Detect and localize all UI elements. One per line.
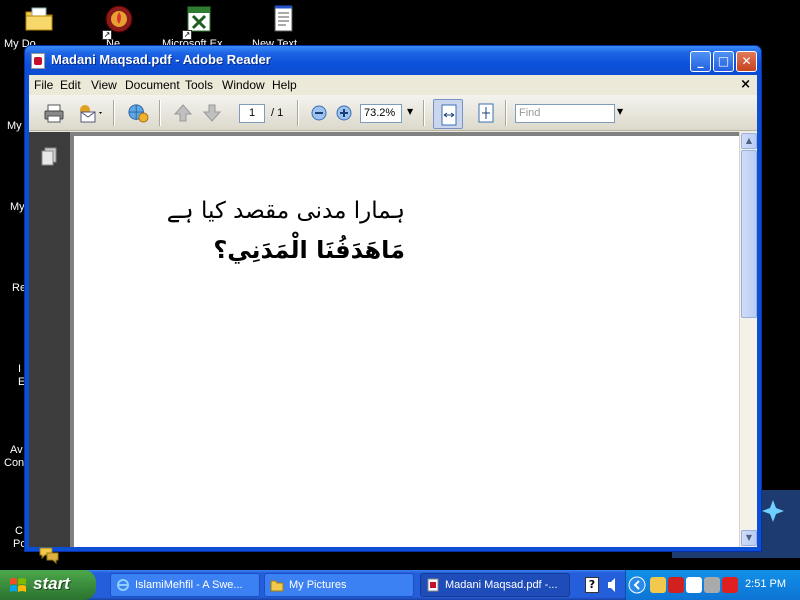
desktop-icon-my-documents[interactable]	[12, 2, 68, 42]
menu-bar: File Edit View Document Tools Window Hel…	[29, 75, 757, 95]
windows-logo-icon	[10, 578, 26, 592]
fit-width-icon	[441, 104, 457, 126]
desktop-label: Av	[10, 444, 23, 456]
page-total: / 1	[271, 107, 284, 119]
folder-documents-icon	[25, 7, 53, 31]
volume-icon[interactable]	[607, 577, 619, 593]
taskbar: start IslamiMehfil - A Swe... My Picture…	[0, 570, 800, 600]
notepad-icon	[274, 5, 293, 32]
desktop-icon-shortcut[interactable]: ↗	[92, 2, 148, 42]
maximize-button[interactable]: □	[713, 51, 734, 72]
zoom-in-icon	[336, 105, 352, 121]
menu-edit[interactable]: Edit	[60, 78, 81, 92]
folder-icon	[270, 580, 284, 592]
zoom-level-input[interactable]: 73.2%	[360, 104, 402, 123]
desktop-icon-excel[interactable]: ↗	[172, 2, 228, 42]
document-viewport[interactable]: ہمارا مدنی مقصد کیا ہے مَاهَدَفُنَا الْم…	[70, 132, 739, 547]
menu-view[interactable]: View	[91, 78, 117, 92]
window-body: File Edit View Document Tools Window Hel…	[29, 75, 757, 600]
start-button[interactable]: start	[0, 570, 96, 600]
system-tray: 2:51 PM	[625, 570, 800, 600]
help-icon[interactable]: ?	[585, 577, 599, 593]
pages-icon[interactable]	[38, 146, 60, 168]
desktop-icon-new-text[interactable]	[256, 2, 312, 42]
arrow-down-icon	[202, 104, 222, 122]
fit-width-button[interactable]	[433, 99, 463, 129]
toolbar-separator	[423, 100, 425, 126]
network-icon[interactable]	[704, 577, 720, 593]
print-button[interactable]	[43, 103, 65, 123]
pdf-icon	[427, 578, 439, 592]
title-bar[interactable]: Madani Maqsad.pdf - Adobe Reader _ □ ✕	[25, 46, 761, 75]
globe-gear-icon	[128, 104, 149, 123]
next-page-button[interactable]	[201, 103, 223, 123]
toolbar-separator	[113, 100, 115, 126]
sparkle-icon	[762, 500, 784, 522]
menu-document[interactable]: Document	[125, 78, 180, 92]
pdf-page: ہمارا مدنی مقصد کیا ہے مَاهَدَفُنَا الْم…	[74, 136, 739, 547]
security-shield-icon[interactable]	[650, 577, 666, 593]
search-web-button[interactable]	[125, 103, 151, 123]
fit-page-icon	[478, 103, 494, 123]
document-line-arabic: مَاهَدَفُنَا الْمَدَنِي؟	[213, 236, 405, 264]
zoom-out-button[interactable]	[310, 103, 328, 123]
find-dropdown-arrow-icon[interactable]: ▼	[617, 107, 623, 116]
previous-page-button[interactable]	[172, 103, 194, 123]
navigation-pane	[29, 132, 70, 600]
toolbar: 1 / 1 73.2% ▼ Find ▼	[29, 95, 757, 131]
task-label: My Pictures	[289, 579, 347, 591]
menu-help[interactable]: Help	[272, 78, 297, 92]
menu-file[interactable]: File	[34, 78, 53, 92]
task-my-pictures[interactable]: My Pictures	[264, 573, 414, 597]
arrow-up-icon	[173, 104, 193, 122]
vertical-scrollbar[interactable]: ▲ ▼	[739, 132, 757, 547]
email-icon	[80, 105, 102, 123]
desktop-label: My	[10, 201, 25, 213]
start-label: start	[33, 574, 70, 593]
email-button[interactable]	[77, 103, 105, 123]
close-button[interactable]: ✕	[736, 51, 757, 72]
scroll-up-button[interactable]: ▲	[741, 133, 757, 149]
avira-icon[interactable]	[722, 577, 738, 593]
zoom-in-button[interactable]	[335, 103, 353, 123]
clock: 2:51 PM	[745, 578, 786, 590]
document-line-urdu: ہمارا مدنی مقصد کیا ہے	[166, 198, 405, 224]
toolbar-separator	[159, 100, 161, 126]
task-label: IslamiMehfil - A Swe...	[135, 579, 243, 591]
scroll-thumb[interactable]	[741, 150, 757, 318]
close-document-button[interactable]: ×	[740, 77, 751, 92]
minimize-button[interactable]: _	[690, 51, 711, 72]
comments-icon[interactable]	[38, 544, 60, 566]
task-madani-maqsad[interactable]: Madani Maqsad.pdf -...	[420, 573, 570, 597]
adobe-reader-window[interactable]: Madani Maqsad.pdf - Adobe Reader _ □ ✕ F…	[24, 45, 762, 600]
zoom-out-icon	[311, 105, 327, 121]
tray-expand-icon[interactable]	[628, 576, 646, 594]
window-title: Madani Maqsad.pdf - Adobe Reader	[51, 52, 271, 67]
star-icon[interactable]	[686, 577, 702, 593]
toolbar-separator	[297, 100, 299, 126]
menu-tools[interactable]: Tools	[185, 78, 213, 92]
task-islamimehfil[interactable]: IslamiMehfil - A Swe...	[110, 573, 260, 597]
zoom-dropdown-arrow-icon[interactable]: ▼	[407, 107, 413, 116]
page-number-input[interactable]: 1	[239, 104, 265, 123]
pdf-icon	[31, 53, 45, 69]
desktop-label: My	[7, 120, 22, 132]
task-label: Madani Maqsad.pdf -...	[445, 579, 558, 591]
desktop-label: C	[15, 525, 23, 537]
fit-page-button[interactable]	[475, 103, 497, 123]
find-input[interactable]: Find	[515, 104, 615, 123]
desktop-label: Con	[4, 457, 25, 469]
desktop-label: I	[18, 363, 22, 375]
antivirus-icon[interactable]	[668, 577, 684, 593]
ie-icon	[117, 579, 129, 591]
scroll-down-button[interactable]: ▼	[741, 530, 757, 546]
menu-window[interactable]: Window	[222, 78, 265, 92]
toolbar-separator	[505, 100, 507, 126]
printer-icon	[44, 104, 64, 123]
